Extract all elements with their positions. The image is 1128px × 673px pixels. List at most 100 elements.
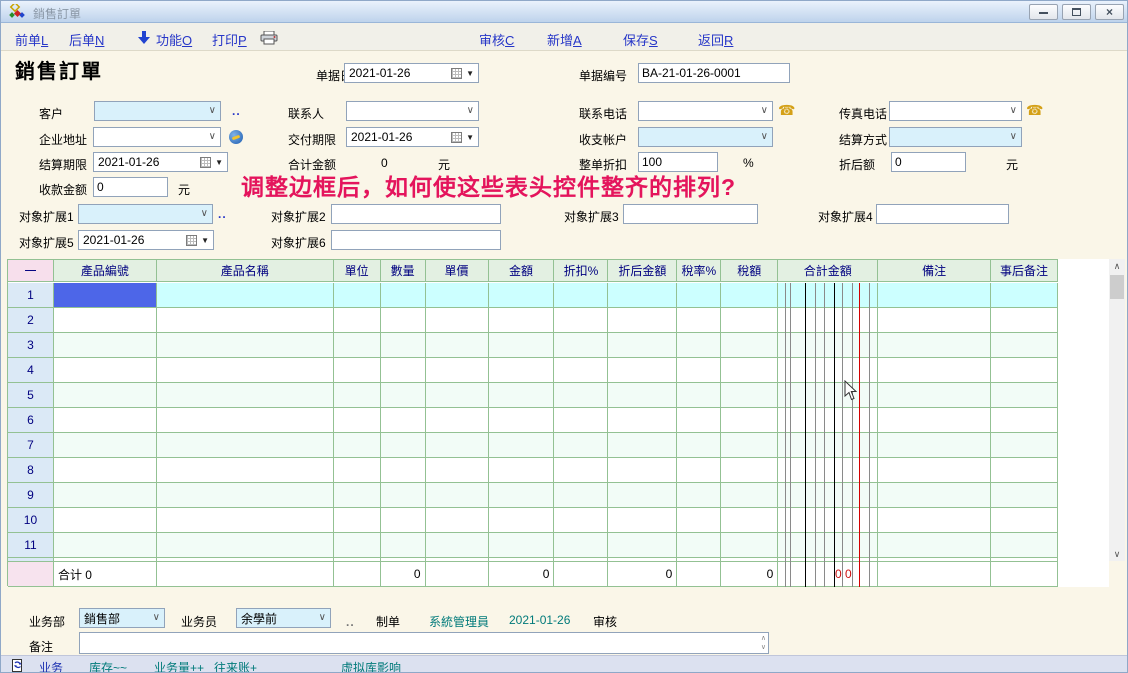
table-cell[interactable] <box>426 333 489 358</box>
table-cell[interactable] <box>157 533 334 558</box>
save-button[interactable]: 保存S <box>623 30 658 49</box>
doc-no-input[interactable] <box>638 63 790 83</box>
table-cell[interactable] <box>334 333 381 358</box>
column-header[interactable]: 備注 <box>878 260 991 282</box>
row-number[interactable]: 5 <box>8 383 54 408</box>
title-bar[interactable]: 銷售訂單 × <box>1 1 1128 23</box>
table-cell[interactable] <box>677 433 721 458</box>
column-header[interactable]: 合計金額 <box>778 260 878 282</box>
table-cell[interactable] <box>489 333 555 358</box>
row-number[interactable]: 6 <box>8 408 54 433</box>
tab-inventory[interactable]: 库存~~ <box>89 659 127 673</box>
refresh-doc-icon[interactable] <box>11 659 25 673</box>
dept-combo[interactable]: 銷售部 ∨ <box>79 608 165 628</box>
table-cell[interactable] <box>489 533 555 558</box>
table-cell[interactable] <box>677 358 721 383</box>
table-cell[interactable] <box>608 358 677 383</box>
tab-business-volume[interactable]: 业务量++ <box>154 659 204 673</box>
table-cell[interactable] <box>677 458 721 483</box>
column-header[interactable]: 金額 <box>489 260 555 282</box>
table-cell[interactable] <box>381 508 426 533</box>
table-cell[interactable] <box>157 308 334 333</box>
table-cell[interactable] <box>54 358 157 383</box>
table-cell[interactable] <box>677 408 721 433</box>
table-cell[interactable] <box>334 433 381 458</box>
table-cell[interactable] <box>426 433 489 458</box>
table-cell[interactable] <box>334 408 381 433</box>
table-cell[interactable] <box>554 433 608 458</box>
table-cell[interactable] <box>426 358 489 383</box>
maximize-button[interactable] <box>1062 4 1091 20</box>
table-cell[interactable] <box>489 308 555 333</box>
table-cell[interactable] <box>54 533 157 558</box>
phone-icon[interactable]: ☎ <box>1026 103 1043 117</box>
row-number[interactable]: 8 <box>8 458 54 483</box>
ext6-input[interactable] <box>331 230 501 250</box>
column-header[interactable]: 數量 <box>381 260 426 282</box>
table-cell[interactable] <box>157 383 334 408</box>
table-cell[interactable] <box>608 408 677 433</box>
column-header[interactable]: 產品名稱 <box>157 260 334 282</box>
table-cell[interactable] <box>54 308 157 333</box>
table-cell[interactable] <box>334 483 381 508</box>
table-cell[interactable] <box>721 333 778 358</box>
table-cell[interactable] <box>878 308 991 333</box>
tab-transactions[interactable]: 往来账+ <box>214 659 257 673</box>
settle-method-combo[interactable]: ∨ <box>889 127 1022 147</box>
table-cell[interactable] <box>991 458 1058 483</box>
table-cell[interactable] <box>54 433 157 458</box>
table-cell[interactable] <box>608 383 677 408</box>
table-cell[interactable] <box>677 283 721 308</box>
table-cell[interactable] <box>778 383 878 408</box>
table-cell[interactable] <box>677 308 721 333</box>
table-cell[interactable] <box>608 308 677 333</box>
table-cell[interactable] <box>554 508 608 533</box>
row-number[interactable]: 2 <box>8 308 54 333</box>
table-cell[interactable] <box>608 533 677 558</box>
table-cell[interactable] <box>721 308 778 333</box>
column-header[interactable]: 折后金額 <box>608 260 677 282</box>
table-cell[interactable] <box>878 433 991 458</box>
table-cell[interactable] <box>157 433 334 458</box>
table-cell[interactable] <box>991 333 1058 358</box>
table-cell[interactable] <box>878 458 991 483</box>
table-cell[interactable] <box>489 433 555 458</box>
table-cell[interactable] <box>991 283 1058 308</box>
table-cell[interactable] <box>721 358 778 383</box>
table-cell[interactable] <box>778 433 878 458</box>
table-cell[interactable] <box>54 483 157 508</box>
table-cell[interactable] <box>334 283 381 308</box>
table-cell[interactable] <box>554 458 608 483</box>
received-amount-input[interactable] <box>93 177 168 197</box>
table-cell[interactable] <box>426 408 489 433</box>
table-cell[interactable] <box>381 358 426 383</box>
table-cell[interactable] <box>991 483 1058 508</box>
table-cell[interactable] <box>608 458 677 483</box>
table-cell[interactable] <box>381 433 426 458</box>
table-cell[interactable] <box>878 358 991 383</box>
table-cell[interactable] <box>381 308 426 333</box>
table-cell[interactable] <box>878 333 991 358</box>
scrollbar-thumb[interactable] <box>1110 275 1124 299</box>
table-cell[interactable] <box>334 508 381 533</box>
table-cell[interactable] <box>608 333 677 358</box>
table-cell[interactable] <box>778 533 878 558</box>
row-number[interactable]: 7 <box>8 433 54 458</box>
functions-button[interactable]: 功能O <box>156 30 192 49</box>
ext3-input[interactable] <box>623 204 758 224</box>
table-cell[interactable] <box>381 483 426 508</box>
table-cell[interactable] <box>991 358 1058 383</box>
table-cell[interactable] <box>54 458 157 483</box>
table-cell[interactable] <box>721 383 778 408</box>
table-cell[interactable] <box>489 458 555 483</box>
table-cell[interactable] <box>554 283 608 308</box>
table-cell[interactable] <box>54 333 157 358</box>
table-cell[interactable] <box>778 358 878 383</box>
discounted-amount-input[interactable] <box>891 152 966 172</box>
column-header[interactable]: 單位 <box>334 260 381 282</box>
table-cell[interactable] <box>721 408 778 433</box>
contact-combo[interactable]: ∨ <box>346 101 479 121</box>
agent-combo[interactable]: 余學前 ∨ <box>236 608 331 628</box>
company-address-combo[interactable]: ∨ <box>93 127 221 147</box>
column-header[interactable]: 單價 <box>426 260 489 282</box>
